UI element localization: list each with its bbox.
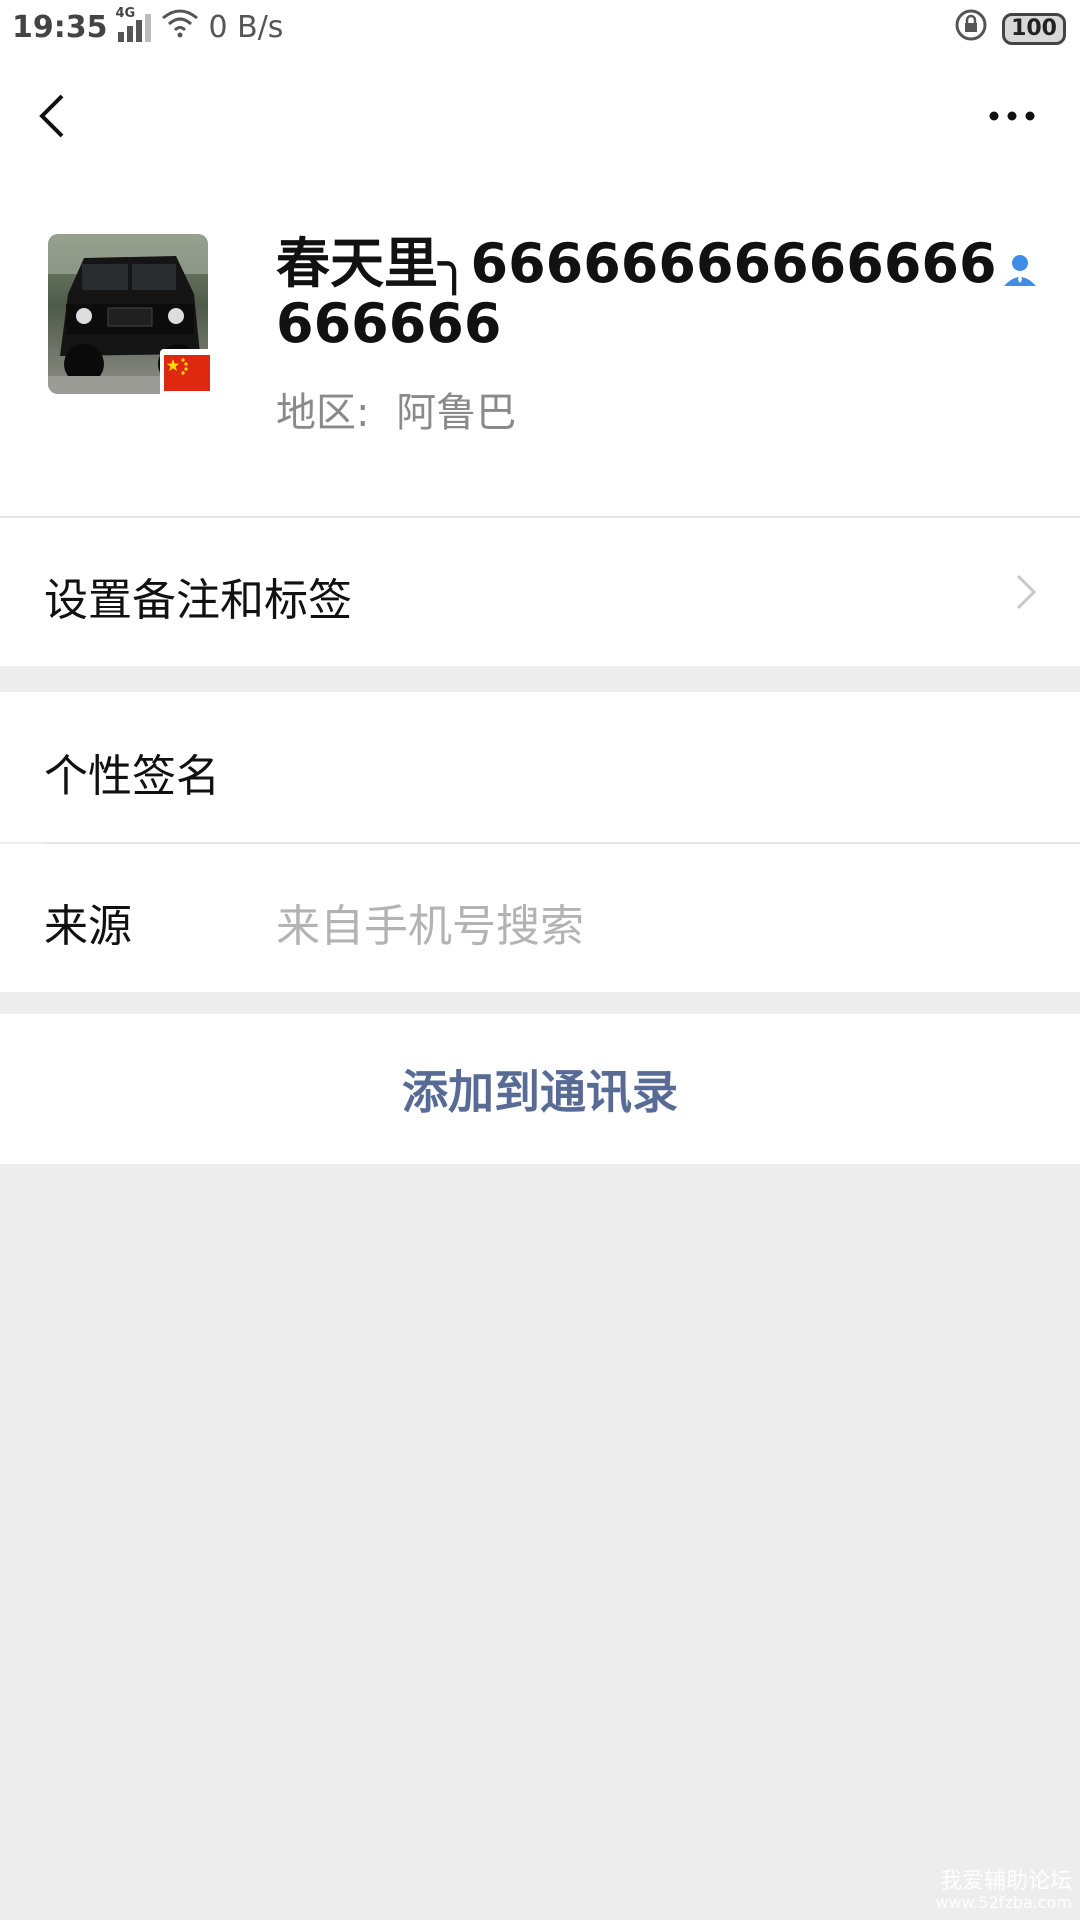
back-button[interactable]	[22, 84, 86, 148]
contact-person-icon	[1004, 255, 1036, 286]
network-speed: 0 B/s	[208, 9, 284, 45]
battery-indicator: 100	[1002, 13, 1066, 45]
status-left: 19:35 4G 0 B/s	[12, 6, 284, 46]
region-label: 地区:	[276, 390, 370, 436]
profile-name: 春天里╮66666666666666666666	[276, 232, 997, 355]
network-type: 4G	[115, 6, 136, 21]
contact-button[interactable]	[1000, 250, 1040, 290]
watermark: 我爱辅助论坛 www.52fzba.com	[936, 1870, 1072, 1912]
status-time: 19:35	[12, 9, 108, 45]
status-bar: 19:35 4G 0 B/s 100	[0, 0, 1080, 54]
china-flag-icon	[164, 355, 210, 391]
chevron-right-icon	[1016, 574, 1037, 610]
rotation-lock-icon	[954, 8, 988, 50]
source-row: 来源 来自手机号搜索	[0, 844, 1080, 992]
watermark-line2: www.52fzba.com	[935, 1893, 1072, 1913]
flag-badge	[160, 349, 214, 397]
source-value: 来自手机号搜索	[276, 901, 584, 952]
signature-label: 个性签名	[44, 751, 220, 802]
nav-bar	[0, 54, 1080, 184]
chevron-left-icon	[39, 94, 64, 138]
region-value: 阿鲁巴	[396, 390, 517, 436]
more-dots-icon	[989, 111, 1035, 121]
source-label: 来源	[44, 901, 132, 952]
add-to-contacts-button[interactable]: 添加到通讯录	[0, 1014, 1080, 1164]
wifi-icon	[161, 8, 199, 46]
status-right: 100	[954, 8, 1066, 50]
more-button[interactable]	[980, 84, 1044, 148]
profile-header: 春天里╮66666666666666666666 地区: 阿鲁巴	[0, 184, 1080, 516]
signature-row: 个性签名	[0, 692, 1080, 842]
remark-tags-row[interactable]: 设置备注和标签	[0, 518, 1080, 666]
watermark-line1: 我爱辅助论坛	[939, 1869, 1072, 1895]
remark-tags-label: 设置备注和标签	[44, 575, 352, 626]
profile-region: 地区: 阿鲁巴	[276, 380, 516, 438]
signal-icon: 4G	[116, 6, 151, 42]
